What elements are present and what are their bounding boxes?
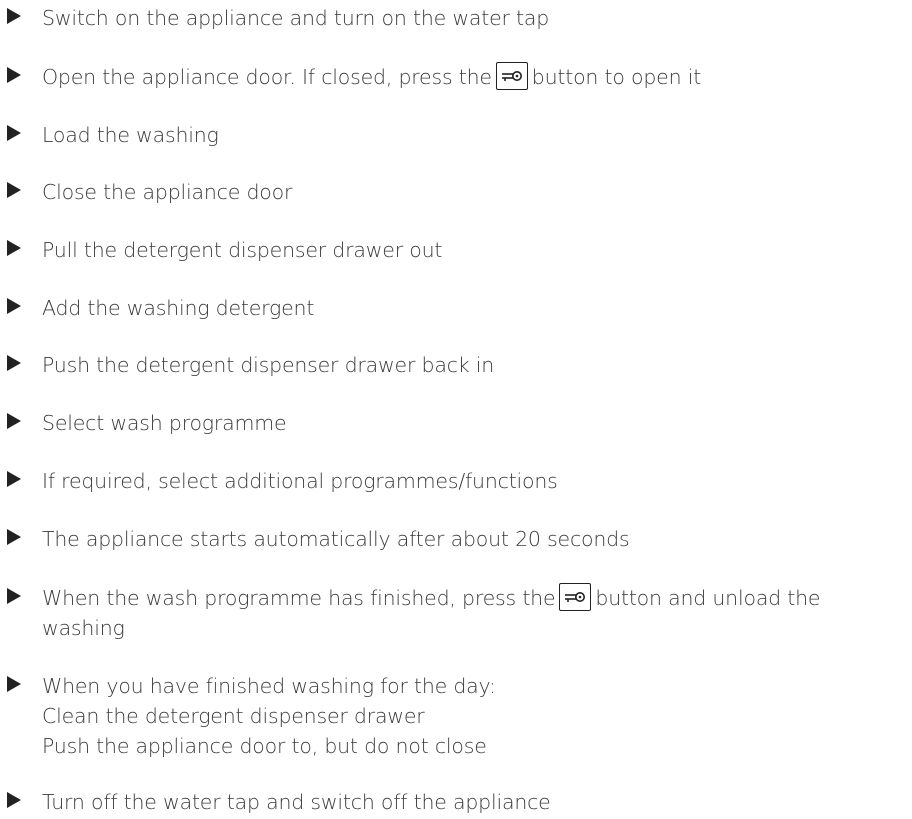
right-pointing-triangle-icon (7, 792, 21, 808)
step-text: Select wash programme (42, 411, 287, 435)
step-line: Clean the detergent dispenser drawer (42, 704, 425, 728)
right-pointing-triangle-icon (7, 125, 21, 141)
step-text: Pull the detergent dispenser drawer out (42, 238, 443, 262)
key-icon (559, 583, 592, 611)
right-pointing-triangle-icon (7, 67, 21, 83)
step-line: When you have finished washing for the d… (42, 674, 496, 698)
key-icon (495, 62, 528, 90)
step-line: Push the appliance door to, but do not c… (42, 734, 487, 758)
right-pointing-triangle-icon (7, 413, 21, 429)
right-pointing-triangle-icon (7, 471, 21, 487)
right-pointing-triangle-icon (7, 8, 21, 24)
step-line: When the wash programme has finished, pr… (42, 583, 908, 613)
right-pointing-triangle-icon (7, 676, 21, 692)
step-text-before: When the wash programme has finished, pr… (42, 586, 556, 610)
right-pointing-triangle-icon (7, 588, 21, 604)
right-pointing-triangle-icon (7, 355, 21, 371)
step-text: When the wash programme has finished, pr… (42, 583, 908, 643)
right-pointing-triangle-icon (7, 240, 21, 256)
right-pointing-triangle-icon (7, 182, 21, 198)
step-text-after: button to open it (531, 65, 702, 89)
step-text-before: Open the appliance door. If closed, pres… (42, 65, 492, 89)
step-text: If required, select additional programme… (42, 469, 558, 493)
step-text: Push the detergent dispenser drawer back… (42, 353, 495, 377)
step-text: Close the appliance door (42, 180, 293, 204)
right-pointing-triangle-icon (7, 529, 21, 545)
step-text-after: button and unload the (595, 586, 821, 610)
right-pointing-triangle-icon (7, 298, 21, 314)
step-text: When you have finished washing for the d… (42, 671, 908, 761)
step-text: The appliance starts automatically after… (42, 527, 630, 551)
step-text: Add the washing detergent (42, 296, 315, 320)
step-text: Turn off the water tap and switch off th… (42, 790, 551, 814)
step-text: Load the washing (42, 123, 219, 147)
step-text: Open the appliance door. If closed, pres… (42, 62, 908, 92)
step-line: washing (42, 616, 125, 640)
step-text: Switch on the appliance and turn on the … (42, 6, 550, 30)
